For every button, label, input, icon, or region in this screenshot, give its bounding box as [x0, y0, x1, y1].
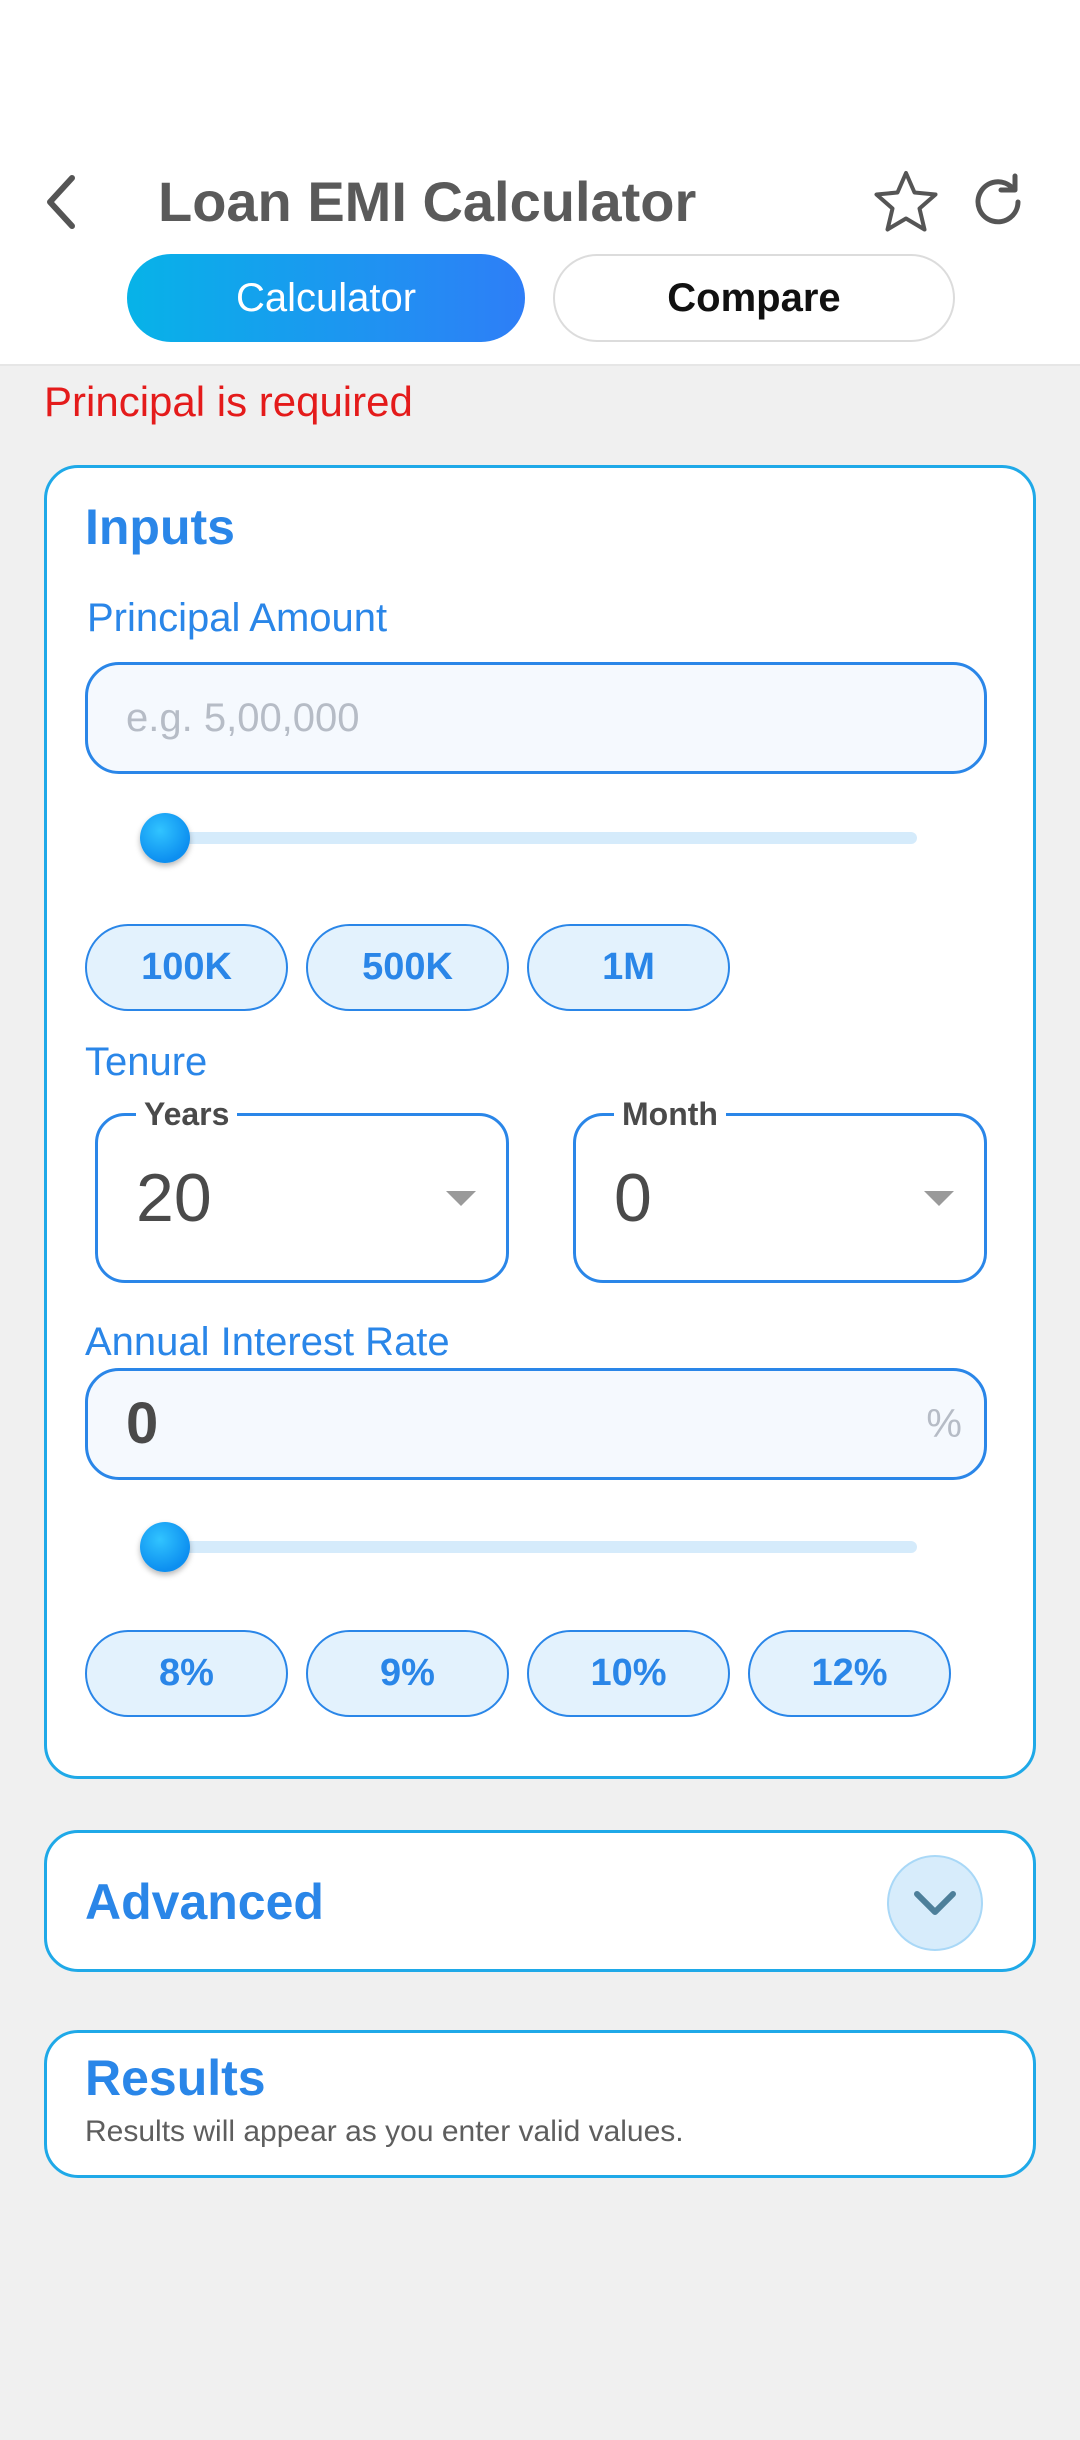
tab-calculator[interactable]: Calculator — [127, 254, 525, 342]
refresh-button[interactable] — [960, 150, 1036, 254]
tenure-label: Tenure — [85, 1040, 208, 1084]
rate-10-chip[interactable]: 10% — [527, 1630, 730, 1717]
rate-8-chip[interactable]: 8% — [85, 1630, 288, 1717]
principal-slider[interactable] — [140, 813, 917, 863]
years-select[interactable]: Years 20 — [95, 1094, 509, 1283]
principal-slider-track — [165, 832, 917, 844]
rate-9-chip[interactable]: 9% — [306, 1630, 509, 1717]
advanced-title: Advanced — [85, 1874, 324, 1930]
preset-100k-chip[interactable]: 100K — [85, 924, 288, 1011]
percent-suffix: % — [926, 1402, 962, 1446]
preset-1m-chip[interactable]: 1M — [527, 924, 730, 1011]
results-message: Results will appear as you enter valid v… — [85, 2115, 684, 2148]
rate-12-chip[interactable]: 12% — [748, 1630, 951, 1717]
preset-500k-chip[interactable]: 500K — [306, 924, 509, 1011]
results-card: Results Results will appear as you enter… — [44, 2030, 1036, 2178]
principal-label: Principal Amount — [87, 596, 388, 640]
tab-compare[interactable]: Compare — [553, 254, 955, 342]
advanced-expand-button[interactable] — [887, 1855, 983, 1951]
inputs-card: Inputs Principal Amount e.g. 5,00,000 10… — [44, 465, 1036, 1779]
error-message: Principal is required — [44, 378, 413, 425]
years-value: 20 — [136, 1160, 212, 1236]
caret-down-icon — [924, 1191, 954, 1206]
back-button[interactable] — [30, 150, 94, 254]
star-icon — [874, 171, 938, 232]
interest-rate-value: 0 — [126, 1391, 159, 1456]
inputs-section-title: Inputs — [85, 499, 235, 555]
back-chevron-icon — [47, 175, 75, 229]
results-title: Results — [85, 2050, 266, 2106]
month-select[interactable]: Month 0 — [573, 1094, 987, 1283]
interest-rate-input[interactable]: 0 % — [85, 1368, 987, 1480]
favorite-button[interactable] — [868, 150, 944, 254]
app-header: Loan EMI Calculator Calculator Compare — [0, 130, 1080, 366]
refresh-icon — [975, 173, 1021, 225]
month-value: 0 — [614, 1160, 652, 1236]
chevron-down-icon — [914, 1891, 956, 1915]
interest-slider-thumb[interactable] — [140, 1522, 190, 1572]
interest-slider[interactable] — [140, 1522, 917, 1572]
interest-label: Annual Interest Rate — [85, 1320, 450, 1364]
principal-slider-thumb[interactable] — [140, 813, 190, 863]
page-title: Loan EMI Calculator — [158, 170, 697, 233]
principal-placeholder: e.g. 5,00,000 — [126, 696, 360, 740]
advanced-card[interactable]: Advanced — [44, 1830, 1036, 1972]
principal-input[interactable]: e.g. 5,00,000 — [85, 662, 987, 774]
status-bar — [0, 0, 1080, 130]
caret-down-icon — [446, 1191, 476, 1206]
interest-slider-track — [165, 1541, 917, 1553]
